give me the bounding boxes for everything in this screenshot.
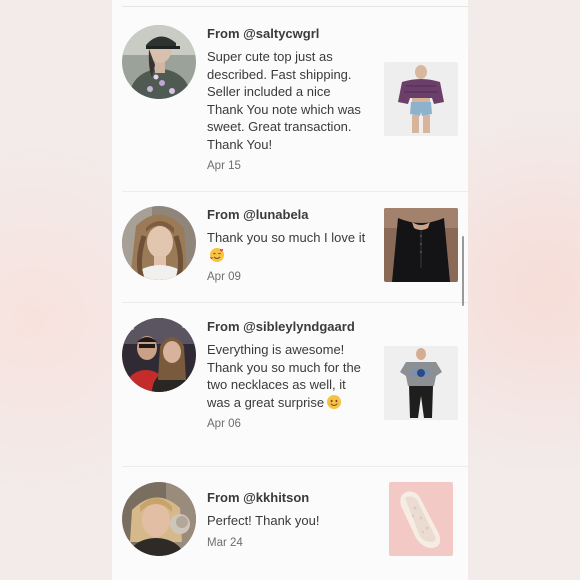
item-thumbnail[interactable] [384,346,458,420]
user-avatar[interactable] [122,482,196,556]
review-author[interactable]: From @lunabela [207,207,367,223]
item-thumbnail[interactable] [384,62,458,136]
review-date: Mar 24 [207,536,243,549]
review-divider [122,466,468,467]
user-avatar[interactable] [122,206,196,280]
review-divider [122,191,468,192]
review-message: Perfect! Thank you! [207,513,320,528]
review-date: Apr 09 [207,271,241,283]
review-text: From @kkhitson Perfect! Thank you! Mar 2… [207,490,367,549]
review-author[interactable]: From @saltycwgrl [207,26,367,42]
review-author[interactable]: From @sibleylyndgaard [207,319,367,335]
user-avatar[interactable] [122,25,196,99]
reviews-panel: From @saltycwgrl Super cute top just as … [112,0,468,580]
user-avatar[interactable] [122,318,196,392]
smiling-face-icon [326,394,342,410]
review-text: From @lunabela Thank you so much I love … [207,207,367,283]
review-author[interactable]: From @kkhitson [207,490,367,506]
review-message: Thank you so much I love it [207,229,367,264]
smiling-face-with-hearts-icon [209,247,225,263]
review-message-text: Thank you so much I love it [207,230,366,245]
item-thumbnail[interactable] [389,482,453,556]
review-message: Super cute top just as described. Fast s… [207,49,361,152]
review-divider [122,302,468,303]
top-divider [122,6,468,7]
scrollbar-thumb[interactable] [462,236,464,306]
review-text: From @sibleylyndgaard Everything is awes… [207,319,367,430]
review-date: Apr 06 [207,418,241,430]
item-thumbnail[interactable] [384,208,458,282]
review-message: Everything is awesome! Thank you so much… [207,341,367,411]
review-date: Apr 15 [207,160,241,172]
review-text: From @saltycwgrl Super cute top just as … [207,26,367,172]
